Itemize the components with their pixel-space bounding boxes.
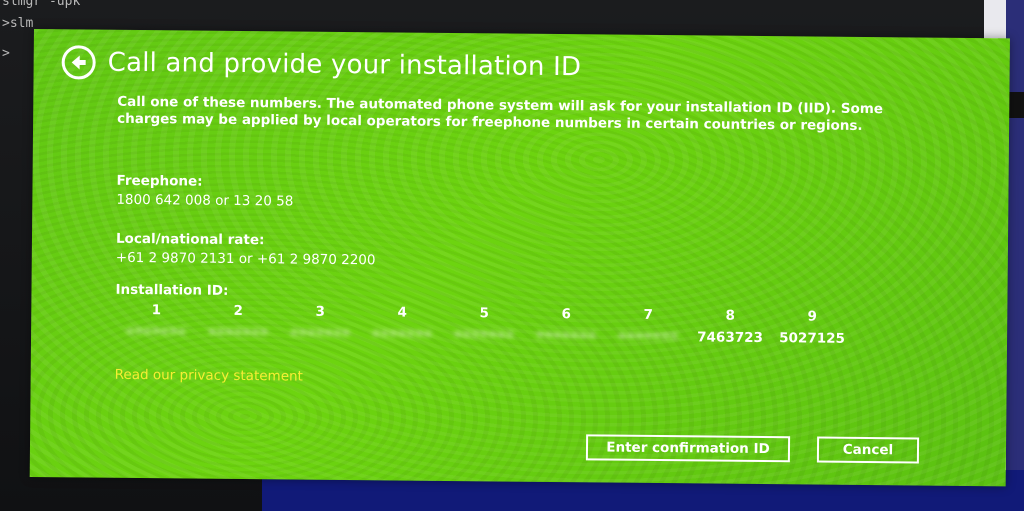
terminal-line: >slm [2,16,34,31]
screen: slmgr -upk >slm > Call and provide your … [0,0,1024,511]
terminal-line: > [2,46,10,61]
iid-group-number: 2 [233,302,244,320]
enter-confirmation-id-button[interactable]: Enter confirmation ID [585,434,791,463]
iid-group-value: ••••••• [453,327,515,344]
activation-dialog: Call and provide your installation ID Ca… [29,29,1010,487]
iid-group-number: 6 [561,306,572,323]
privacy-statement-link[interactable]: Read our privacy statement [115,367,303,385]
iid-group-value: ••••••• [289,325,351,343]
freephone-label: Freephone: [116,172,203,190]
local-rate-label: Local/national rate: [115,230,265,249]
iid-group-value: ••••••• [535,327,597,345]
dialog-title: Call and provide your installation ID [107,47,582,83]
dialog-header: Call and provide your installation ID [61,45,582,84]
instructions-text: Call one of these numbers. The automated… [117,93,884,134]
iid-group-value: 5027125 [779,330,846,347]
iid-group-number: 5 [479,305,490,322]
iid-group: 7 ••••••• [607,307,689,350]
iid-group: 3 ••••••• [279,303,361,346]
iid-group: 6 ••••••• [525,306,607,349]
iid-group-value: 7463723 [697,329,764,347]
iid-group-value: ••••••• [125,323,187,341]
iid-group-number: 3 [315,303,326,320]
cancel-button[interactable]: Cancel [816,436,920,464]
iid-group: 2 ••••••• [197,303,279,346]
terminal-line: slmgr -upk [2,0,81,9]
iid-group-value: ••••••• [617,328,679,346]
local-rate-number: +61 2 9870 2131 or +61 2 9870 2200 [115,249,376,269]
iid-group: 9 5027125 [771,308,853,351]
iid-group-number: 9 [807,308,818,325]
back-arrow-circle-icon[interactable] [61,45,96,80]
iid-group: 8 7463723 [689,307,771,350]
iid-group: 4 ••••••• [361,304,443,347]
iid-group: 5 ••••••• [443,305,525,348]
iid-group-value: ••••••• [207,324,269,342]
iid-group-number: 4 [397,304,408,321]
iid-group-number: 7 [643,306,654,323]
iid-group-number: 1 [151,302,162,319]
iid-group: 1 ••••••• [115,302,197,345]
iid-group-value: ••••••• [371,326,433,343]
iid-group-number: 8 [725,307,736,324]
freephone-number: 1800 642 008 or 13 20 58 [116,191,294,210]
installation-id-label: Installation ID: [115,281,229,299]
installation-id-grid: 1 ••••••• 2 ••••••• 3 ••••••• 4 ••••••• … [115,302,853,351]
